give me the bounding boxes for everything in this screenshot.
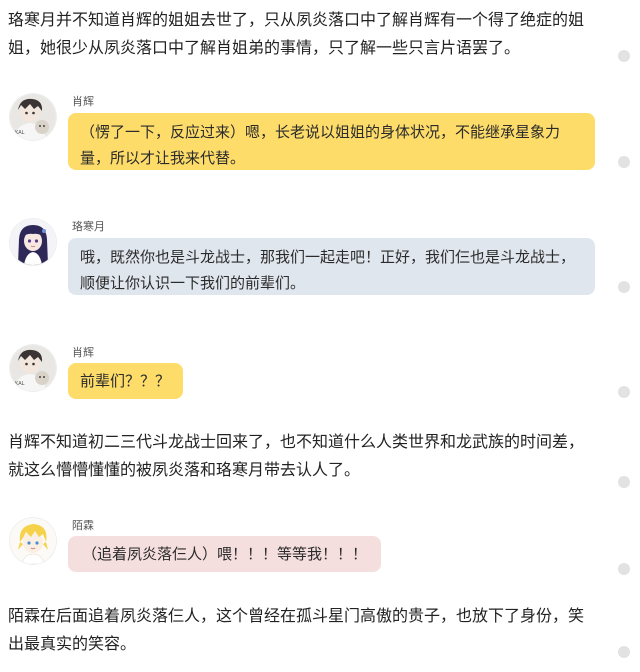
boy-with-plush-icon: KAL bbox=[10, 94, 56, 140]
avatar-molin[interactable] bbox=[10, 518, 56, 564]
story-paragraph: 肖辉不知道初二三代斗龙战士回来了，也不知道什么人类世界和龙武族的时间差，就这么懵… bbox=[8, 432, 585, 479]
scroll-dot[interactable] bbox=[618, 563, 630, 575]
chat-bubble: 哦，既然你也是斗龙战士，那我们一起走吧！正好，我们仨也是斗龙战士，顺便让你认识一… bbox=[68, 238, 595, 295]
speaker-name: 陌霖 bbox=[72, 519, 94, 532]
speaker-name: 珞寒月 bbox=[72, 220, 105, 233]
story-paragraph: 陌霖在后面追着夙炎落仨人，这个曾经在孤斗星门高傲的贵子，也放下了身份，笑出最真实… bbox=[8, 606, 585, 653]
chat-bubble: （追着夙炎落仨人）喂！！！等等我！！！ bbox=[68, 536, 381, 572]
scroll-dot[interactable] bbox=[618, 156, 630, 168]
scroll-dot[interactable] bbox=[618, 281, 630, 293]
scroll-dot[interactable] bbox=[618, 386, 630, 398]
svg-text:KAL: KAL bbox=[15, 381, 25, 387]
scroll-dot[interactable] bbox=[618, 50, 630, 62]
avatar-xiaohui[interactable]: KAL bbox=[10, 345, 56, 391]
chat-bubble: 前辈们？？？ bbox=[68, 363, 183, 399]
girl-with-purple-hair-icon bbox=[10, 219, 56, 265]
story-paragraph: 珞寒月并不知道肖辉的姐姐去世了，只从夙炎落口中了解肖辉有一个得了绝症的姐姐，她很… bbox=[8, 10, 585, 57]
scroll-dot[interactable] bbox=[618, 476, 630, 488]
speaker-name: 肖辉 bbox=[72, 95, 94, 108]
boy-with-blonde-hair-icon bbox=[10, 518, 56, 564]
avatar-luohanyue[interactable] bbox=[10, 219, 56, 265]
svg-text:KAL: KAL bbox=[15, 130, 25, 136]
chat-bubble: （愣了一下，反应过来）嗯，长老说以姐姐的身体状况，不能继承星象力量，所以才让我来… bbox=[68, 113, 595, 170]
scroll-dot[interactable] bbox=[618, 646, 630, 658]
avatar-xiaohui[interactable]: KAL bbox=[10, 94, 56, 140]
speaker-name: 肖辉 bbox=[72, 346, 94, 359]
boy-with-plush-icon: KAL bbox=[10, 345, 56, 391]
